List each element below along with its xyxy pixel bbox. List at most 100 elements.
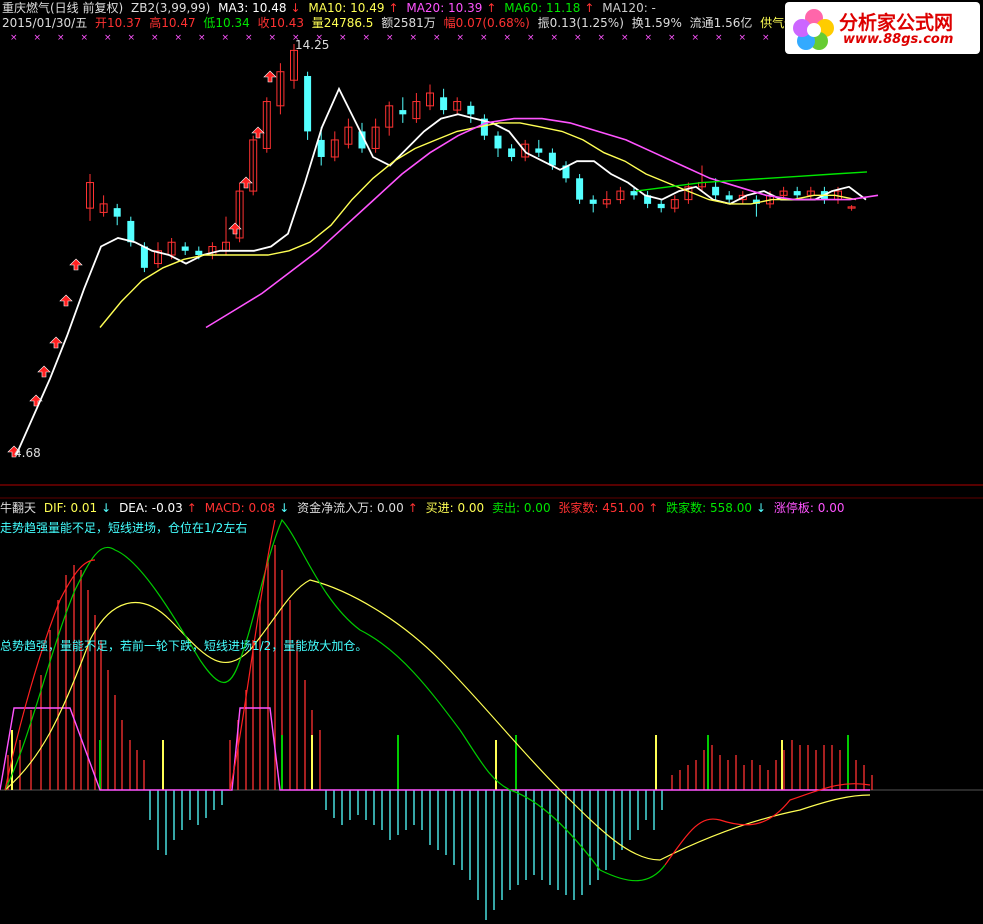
ma10-line: [99, 122, 857, 328]
low-value: 低10.34: [203, 16, 250, 30]
top-marker: ×: [339, 33, 347, 43]
sell-value: 卖出: 0.00: [492, 501, 551, 515]
dif-value: DIF: 0.01: [43, 501, 98, 515]
candle-body: [589, 199, 597, 204]
candle-body: [725, 195, 733, 200]
site-logo: 分析家公式网 www.88gs.com: [785, 2, 980, 54]
header-row-2: 2015/01/30/五 开10.37 高10.47 低10.34 收10.43…: [2, 16, 812, 30]
open-value: 开10.37: [95, 16, 142, 30]
top-marker: ×: [527, 33, 535, 43]
candle-body: [508, 148, 516, 157]
high-price-label: 14.25: [295, 38, 330, 52]
candle-body: [304, 75, 312, 132]
top-marker: ×: [668, 33, 676, 43]
candle-body: [494, 135, 502, 149]
volume-value: 量24786.5: [311, 16, 374, 30]
candle-body: [399, 110, 407, 115]
top-marker: ×: [175, 33, 183, 43]
top-marker: ×: [10, 33, 18, 43]
candle-body: [317, 139, 325, 157]
ma60-line: [635, 171, 868, 192]
dea-value: DEA: -0.03: [119, 501, 183, 515]
up-arrow-icon: [263, 70, 277, 83]
top-marker: ×: [621, 33, 629, 43]
change-value: 幅0.07(0.68%): [443, 16, 530, 30]
top-marker: ×: [222, 33, 230, 43]
indicator-name: ZB2(3,99,99): [131, 1, 211, 15]
chart-canvas: ××××××××××××××××××××××××××××××××××××××××…: [0, 33, 983, 920]
candle-body: [181, 246, 189, 251]
arrow-up-icon: ↑: [486, 1, 497, 15]
arrow-up-icon: ↑: [584, 1, 595, 15]
low-price-label: 4.68: [14, 446, 41, 460]
top-marker: ×: [104, 33, 112, 43]
ma3-line: [15, 86, 867, 456]
top-marker: ×: [715, 33, 723, 43]
top-marker: ×: [81, 33, 89, 43]
candle-body: [712, 186, 720, 196]
top-marker: ×: [151, 33, 159, 43]
ma10-value: MA10: 10.49: [308, 1, 385, 15]
arrow-down-icon: ↓: [101, 501, 112, 515]
arrow-up-icon: ↑: [186, 501, 197, 515]
strategy-note-1: 走势趋强量能不足，短线进场，仓位在1/2左右: [0, 521, 248, 535]
sub-header: 牛翻天 DIF: 0.01 ↓ DEA: -0.03 ↑ MACD: 0.08 ↓ 资…: [0, 501, 848, 515]
candle-body: [657, 203, 665, 209]
top-marker: ×: [598, 33, 606, 43]
up-arrow-icon: [251, 126, 265, 139]
top-marker: ×: [245, 33, 253, 43]
up-arrow-icon: [59, 294, 73, 307]
top-marker: ×: [386, 33, 394, 43]
top-marker: ×: [504, 33, 512, 43]
high-value: 高10.47: [149, 16, 196, 30]
candle-body: [535, 148, 543, 153]
ma60-value: MA60: 11.18: [504, 1, 581, 15]
candle-body: [576, 178, 584, 200]
float-value: 流通1.56亿: [689, 16, 753, 30]
arrow-up-icon: ↑: [407, 501, 418, 515]
candle-body: [113, 208, 121, 217]
candle-body: [793, 191, 801, 196]
top-marker: ×: [34, 33, 42, 43]
top-marker: ×: [269, 33, 277, 43]
top-marker: ×: [410, 33, 418, 43]
macd-value: MACD: 0.08: [204, 501, 276, 515]
amount-value: 额2581万: [381, 16, 436, 30]
close-value: 收10.43: [257, 16, 304, 30]
dif-line-red: [664, 783, 871, 866]
arrow-down-icon: ↓: [756, 501, 767, 515]
limit-up-value: 涨停板: 0.00: [773, 501, 845, 515]
fund-flow-value: 资金净流入万: 0.00: [297, 501, 404, 515]
ma20-value: MA20: 10.39: [406, 1, 483, 15]
ma3-value: MA3: 10.48: [218, 1, 287, 15]
top-marker: ×: [480, 33, 488, 43]
decliners-value: 跌家数: 558.00: [666, 501, 753, 515]
top-marker: ×: [692, 33, 700, 43]
candle-body: [140, 246, 148, 268]
stock-name: 重庆燃气(日线 前复权): [2, 1, 124, 15]
candle-body: [195, 250, 203, 256]
flower-icon: [793, 9, 834, 50]
turnover-value: 换1.59%: [631, 16, 682, 30]
up-arrow-icon: [49, 336, 63, 349]
top-marker: ×: [57, 33, 65, 43]
arrow-up-icon: ↑: [648, 501, 659, 515]
arrow-down-icon: ↓: [290, 1, 301, 15]
sub-indicator-name: 牛翻天: [0, 501, 37, 515]
candle-body: [548, 152, 556, 166]
logo-title: 分析家公式网: [839, 12, 954, 34]
top-marker: ×: [551, 33, 559, 43]
top-marker: ×: [645, 33, 653, 43]
top-marker: ×: [363, 33, 371, 43]
top-marker: ×: [128, 33, 136, 43]
strategy-note-2: 总势趋强，量能不足，若前一轮下跌，短线进场1/2，量能放大加仓。: [0, 639, 368, 653]
top-marker: ×: [739, 33, 747, 43]
up-arrow-icon: [69, 258, 83, 271]
candle-body: [467, 105, 475, 115]
top-marker: ×: [433, 33, 441, 43]
date-label: 2015/01/30/五: [2, 16, 88, 30]
ma120-value: MA120: -: [602, 1, 656, 15]
up-arrow-icon: [37, 365, 51, 378]
top-marker: ×: [457, 33, 465, 43]
candle-body: [440, 97, 448, 111]
